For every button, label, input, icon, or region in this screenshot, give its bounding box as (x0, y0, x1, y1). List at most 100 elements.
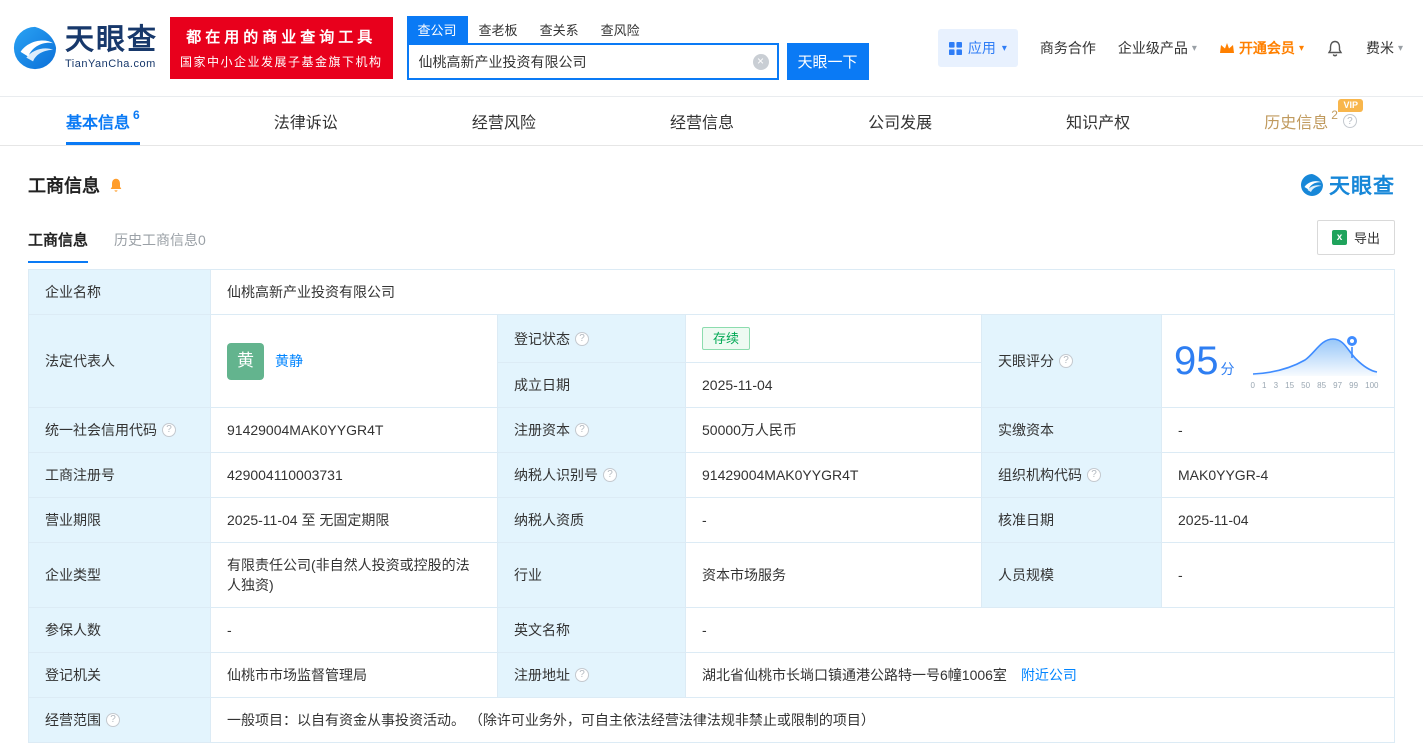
score-label: 天眼评分? (982, 315, 1162, 408)
tab-operation-info[interactable]: 经营信息 (670, 97, 734, 145)
status-badge: 存续 (702, 327, 750, 350)
reg-number-value: 429004110003731 (211, 453, 498, 498)
tab-legal-litigation[interactable]: 法律诉讼 (274, 97, 338, 145)
score-number: 95分 (1174, 341, 1235, 381)
industry-value: 资本市场服务 (686, 543, 982, 608)
search-tab-company[interactable]: 查公司 (407, 16, 468, 43)
main-content: 工商信息 天眼查 工商信息 历史工商信息0 x 导出 (0, 170, 1423, 743)
credit-code-value: 91429004MAK0YYGR4T (211, 408, 498, 453)
help-icon[interactable]: ? (106, 713, 120, 727)
chevron-down-icon: ▾ (1192, 43, 1197, 54)
business-term-value: 2025-11-04 至 无固定期限 (211, 498, 498, 543)
tab-basic-info[interactable]: 基本信息 6 (66, 97, 140, 145)
promo-line2: 国家中小企业发展子基金旗下机构 (180, 53, 383, 70)
enterprise-products-menu[interactable]: 企业级产品 ▾ (1118, 38, 1197, 58)
tab-count: 2 (1331, 108, 1338, 122)
crown-icon (1219, 42, 1235, 54)
score-distribution-chart: 0131550859799100 (1251, 332, 1379, 390)
company-type-label: 企业类型 (29, 543, 211, 608)
open-membership-menu[interactable]: 开通会员 ▾ (1219, 38, 1304, 58)
tab-intellectual-property[interactable]: 知识产权 (1066, 97, 1130, 145)
help-icon[interactable]: ? (1059, 354, 1073, 368)
help-icon[interactable]: ? (575, 423, 589, 437)
table-row: 工商注册号 429004110003731 纳税人识别号? 91429004MA… (29, 453, 1395, 498)
tianyancha-watermark-logo: 天眼查 (1300, 170, 1395, 200)
industry-label: 行业 (498, 543, 686, 608)
insured-count-value: - (211, 608, 498, 653)
help-icon[interactable]: ? (575, 668, 589, 682)
notification-bell-icon[interactable] (1326, 39, 1344, 57)
reg-address-label: 注册地址? (498, 653, 686, 698)
section-header: 工商信息 天眼查 (28, 170, 1395, 200)
reg-capital-value: 50000万人民币 (686, 408, 982, 453)
insured-count-label: 参保人数 (29, 608, 211, 653)
subtab-business-info[interactable]: 工商信息 (28, 229, 88, 263)
tab-company-development[interactable]: 公司发展 (868, 97, 932, 145)
search-button[interactable]: 天眼一下 (787, 43, 869, 80)
english-name-value: - (686, 608, 1395, 653)
tab-count: 6 (133, 108, 140, 122)
help-icon[interactable]: ? (575, 332, 589, 346)
taxpayer-id-value: 91429004MAK0YYGR4T (686, 453, 982, 498)
legal-rep-avatar[interactable]: 黄 (227, 343, 264, 380)
vip-badge: VIP (1338, 99, 1363, 112)
reg-status-label: 登记状态? (498, 315, 686, 363)
help-icon[interactable]: ? (1087, 468, 1101, 482)
tianyancha-logo[interactable]: 天眼查 TianYanCha.com (12, 25, 158, 71)
search-tab-risk[interactable]: 查风险 (590, 16, 651, 43)
export-button[interactable]: x 导出 (1317, 220, 1395, 255)
tianyancha-logo-icon (12, 25, 58, 71)
establish-date-label: 成立日期 (498, 363, 686, 408)
chevron-down-icon: ▾ (1299, 43, 1304, 54)
company-name-label: 企业名称 (29, 270, 211, 315)
search-box: × (407, 43, 779, 80)
reg-authority-label: 登记机关 (29, 653, 211, 698)
reg-status-value: 存续 (686, 315, 982, 363)
tab-operation-risk[interactable]: 经营风险 (472, 97, 536, 145)
staff-size-value: - (1162, 543, 1395, 608)
logo-title: 天眼查 (65, 26, 158, 55)
table-row: 统一社会信用代码? 91429004MAK0YYGR4T 注册资本? 50000… (29, 408, 1395, 453)
search-input[interactable] (407, 43, 779, 80)
search-tab-relation[interactable]: 查关系 (529, 16, 590, 43)
table-row: 企业名称 仙桃高新产业投资有限公司 (29, 270, 1395, 315)
taxpayer-quality-label: 纳税人资质 (498, 498, 686, 543)
legal-rep-link[interactable]: 黄静 (275, 351, 303, 371)
company-name-value: 仙桃高新产业投资有限公司 (211, 270, 1395, 315)
score-axis: 0131550859799100 (1251, 382, 1379, 390)
apps-button[interactable]: 应用 ▾ (938, 29, 1018, 67)
legal-rep-label: 法定代表人 (29, 315, 211, 408)
reg-number-label: 工商注册号 (29, 453, 211, 498)
help-icon[interactable]: ? (162, 423, 176, 437)
search-tab-boss[interactable]: 查老板 (468, 16, 529, 43)
reg-authority-value: 仙桃市市场监督管理局 (211, 653, 498, 698)
company-nav-tabs: 基本信息 6 法律诉讼 经营风险 经营信息 公司发展 知识产权 VIP 历史信息… (0, 97, 1423, 146)
chevron-down-icon: ▾ (1398, 43, 1403, 54)
alert-bell-icon[interactable] (108, 177, 124, 193)
table-row: 登记机关 仙桃市市场监督管理局 注册地址? 湖北省仙桃市长埫口镇通港公路特一号6… (29, 653, 1395, 698)
english-name-label: 英文名称 (498, 608, 686, 653)
search-tabs: 查公司 查老板 查关系 查风险 (407, 16, 869, 43)
approval-date-value: 2025-11-04 (1162, 498, 1395, 543)
staff-size-label: 人员规模 (982, 543, 1162, 608)
business-info-table: 企业名称 仙桃高新产业投资有限公司 法定代表人 黄 黄静 登记状态? 存续 天眼… (28, 269, 1395, 743)
clear-icon[interactable]: × (753, 54, 769, 70)
reg-address-value: 湖北省仙桃市长埫口镇通港公路特一号6幢1006室附近公司 (686, 653, 1395, 698)
tab-history-info[interactable]: VIP 历史信息 2 ? (1264, 97, 1357, 145)
nearby-companies-link[interactable]: 附近公司 (1021, 667, 1077, 683)
subtab-history-business-info[interactable]: 历史工商信息0 (114, 230, 206, 263)
excel-icon: x (1332, 230, 1347, 245)
promo-line1: 都在用的商业查询工具 (180, 26, 383, 47)
table-row: 营业期限 2025-11-04 至 无固定期限 纳税人资质 - 核准日期 202… (29, 498, 1395, 543)
grid-icon (949, 42, 962, 55)
business-cooperation-link[interactable]: 商务合作 (1040, 38, 1096, 58)
table-row: 参保人数 - 英文名称 - (29, 608, 1395, 653)
help-icon[interactable]: ? (1343, 114, 1357, 128)
paid-capital-value: - (1162, 408, 1395, 453)
taxpayer-id-label: 纳税人识别号? (498, 453, 686, 498)
user-menu[interactable]: 费米 ▾ (1366, 38, 1403, 58)
help-icon[interactable]: ? (603, 468, 617, 482)
logo-subtitle: TianYanCha.com (65, 58, 158, 70)
org-code-value: MAK0YYGR-4 (1162, 453, 1395, 498)
legal-rep-value: 黄 黄静 (211, 315, 498, 408)
